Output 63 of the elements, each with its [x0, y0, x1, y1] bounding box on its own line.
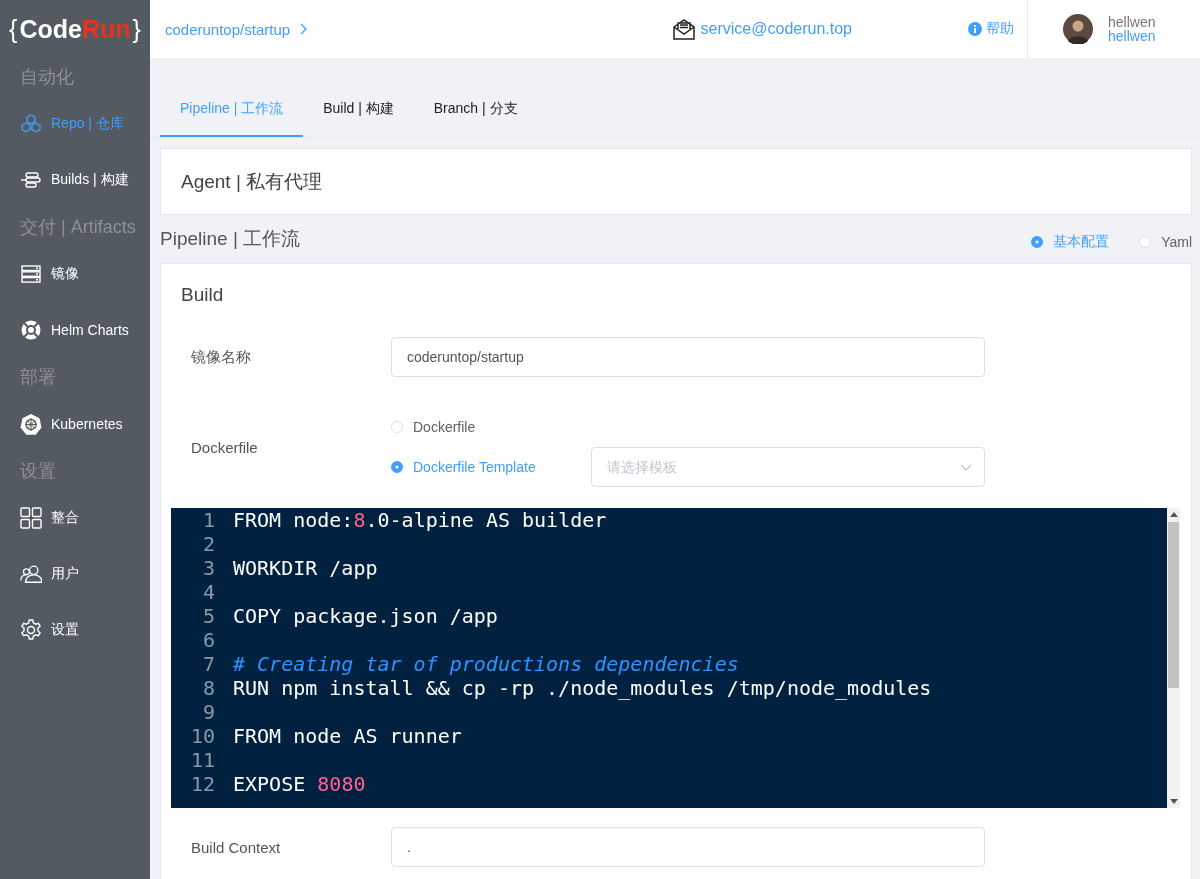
line-number: 8 [201, 676, 216, 700]
template-select[interactable]: 请选择模板 [607, 459, 960, 475]
code-line: COPY package.json /app [233, 604, 498, 628]
code-line: # Creating tar of productions dependencies [233, 652, 739, 676]
info-icon [968, 22, 982, 36]
line-number: 12 [189, 772, 216, 796]
sidebar-item[interactable]: Helm Charts [0, 302, 150, 358]
sidebar-item[interactable]: 镜像 [0, 246, 150, 302]
users-icon [20, 564, 42, 584]
card-title: Agent | 私有代理 [181, 169, 323, 194]
avatar-icon[interactable] [1063, 14, 1093, 44]
field-label: Build Context [190, 838, 282, 856]
line-number: 4 [201, 580, 216, 604]
input-field[interactable]: coderuntop/startup [391, 337, 985, 377]
scroll-down-icon[interactable] [1169, 798, 1178, 804]
input-field[interactable]: . [391, 827, 985, 867]
code-line: WORKDIR /app [233, 556, 378, 580]
card-title: Build [180, 284, 225, 307]
code-line: EXPOSE 8080 [233, 772, 366, 796]
tab[interactable]: Build | 构建 [303, 97, 414, 137]
sidebar-item[interactable]: Kubernetes [0, 396, 150, 452]
chevron-icon [960, 463, 972, 471]
radio-option[interactable]: Dockerfile [391, 419, 591, 435]
server-icon [20, 265, 42, 283]
sidebar-section-title: 自动化 [19, 66, 75, 89]
scroll-up-icon[interactable] [1169, 512, 1178, 518]
grid-icon [20, 507, 42, 529]
sidebar-section-title: 设置 [19, 460, 57, 483]
helm-wheel-icon [20, 413, 42, 435]
lifebuoy-icon [20, 320, 42, 340]
scrollbar-thumb[interactable] [1168, 522, 1179, 688]
sidebar-item[interactable]: 整合 [0, 490, 150, 546]
line-number: 10 [189, 724, 216, 748]
code-editor[interactable] [171, 508, 1180, 808]
sidebar-item[interactable]: 设置 [0, 602, 150, 658]
section-title: Pipeline | 工作流 [160, 227, 301, 251]
user-name: hellwen [1108, 15, 1156, 29]
logo: {CodeRun} [8, 13, 142, 45]
code-line: FROM node:8.0-alpine AS builder [233, 508, 607, 532]
line-number: 7 [201, 652, 216, 676]
radio-option[interactable]: Yaml [1139, 233, 1192, 251]
mail-icon [671, 18, 696, 40]
chevron-icon [300, 23, 309, 35]
line-number: 2 [201, 532, 216, 556]
stack-icon [20, 172, 42, 188]
line-number: 5 [201, 604, 216, 628]
sidebar-item[interactable]: 用户 [0, 546, 150, 602]
line-number: 1 [201, 508, 216, 532]
sidebar-item[interactable]: Builds | 构建 [0, 152, 150, 208]
code-line: RUN npm install && cp -rp ./node_modules /tmp/node_modules [233, 676, 932, 700]
line-number: 6 [201, 628, 216, 652]
sidebar-section-title: 部署 [19, 366, 57, 389]
sidebar-section-title: 交付 | Artifacts [19, 216, 137, 239]
field-label: Dockerfile [190, 438, 259, 456]
field-label: 镜像名称 [190, 347, 252, 367]
tab[interactable]: Branch | 分支 [413, 97, 538, 137]
settings-icon [20, 619, 42, 641]
code-line: FROM node AS runner [233, 724, 462, 748]
select-field[interactable]: 请选择模板 [591, 447, 985, 487]
line-number: 11 [189, 748, 216, 772]
line-number: 3 [201, 556, 216, 580]
line-number: 9 [201, 700, 216, 724]
cubes-icon [20, 114, 42, 134]
